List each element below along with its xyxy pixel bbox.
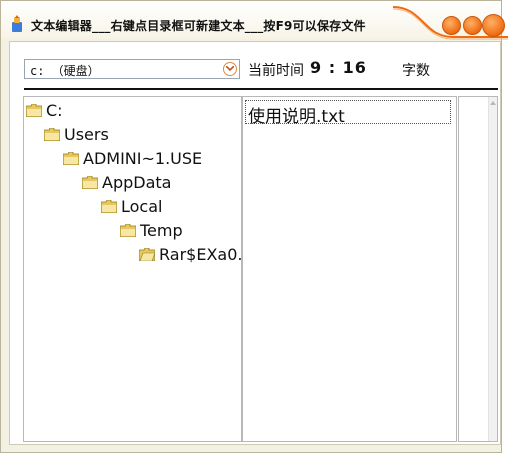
folder-icon — [101, 200, 117, 213]
tree-item-label: Users — [64, 125, 109, 144]
time-label: 当前时间 — [248, 63, 304, 79]
file-list[interactable]: 使用说明.txt — [242, 96, 457, 442]
toolbar-divider — [24, 88, 498, 90]
drive-select[interactable]: c: （硬盘） — [24, 59, 240, 79]
folder-icon — [26, 104, 42, 117]
maximize-button[interactable] — [463, 16, 482, 35]
folder-icon — [44, 128, 60, 141]
app-icon — [12, 15, 22, 32]
client-area: c: （硬盘） 当前时间 9 : 16 字数 C: Users ADMINI~1… — [9, 41, 501, 445]
folder-icon — [82, 176, 98, 189]
minimize-button[interactable] — [442, 16, 461, 35]
folder-open-icon — [139, 248, 155, 261]
tree-item-label: AppData — [102, 173, 172, 192]
directory-tree[interactable]: C: Users ADMINI~1.USE AppData Local Temp — [23, 96, 242, 442]
tree-item-label: Temp — [140, 221, 183, 240]
window-title: 文本编辑器___右键点目录框可新建文本___按F9可以保存文件 — [31, 19, 366, 33]
char-count-label: 字数 — [402, 63, 430, 79]
tree-item-label: Rar$EXa0. — [159, 245, 242, 264]
app-window: 文本编辑器___右键点目录框可新建文本___按F9可以保存文件 c: （硬盘） … — [0, 0, 508, 453]
chevron-down-icon[interactable] — [223, 62, 237, 76]
drive-select-value: c: （硬盘） — [30, 64, 100, 78]
title-bar[interactable]: 文本编辑器___右键点目录框可新建文本___按F9可以保存文件 — [1, 1, 508, 40]
file-item-label: 使用说明.txt — [248, 107, 345, 127]
folder-icon — [63, 152, 79, 165]
tree-item-label: Local — [121, 197, 163, 216]
vertical-scrollbar[interactable] — [488, 97, 497, 441]
tree-item-label: C: — [46, 101, 63, 120]
file-item[interactable]: 使用说明.txt — [245, 100, 451, 127]
tree-item-label: ADMINI~1.USE — [83, 149, 203, 168]
scroll-up-icon[interactable] — [490, 101, 496, 105]
folder-icon — [120, 224, 136, 237]
close-button[interactable] — [482, 14, 505, 37]
time-value: 9 : 16 — [310, 58, 367, 77]
text-editor-panel[interactable] — [458, 96, 498, 442]
